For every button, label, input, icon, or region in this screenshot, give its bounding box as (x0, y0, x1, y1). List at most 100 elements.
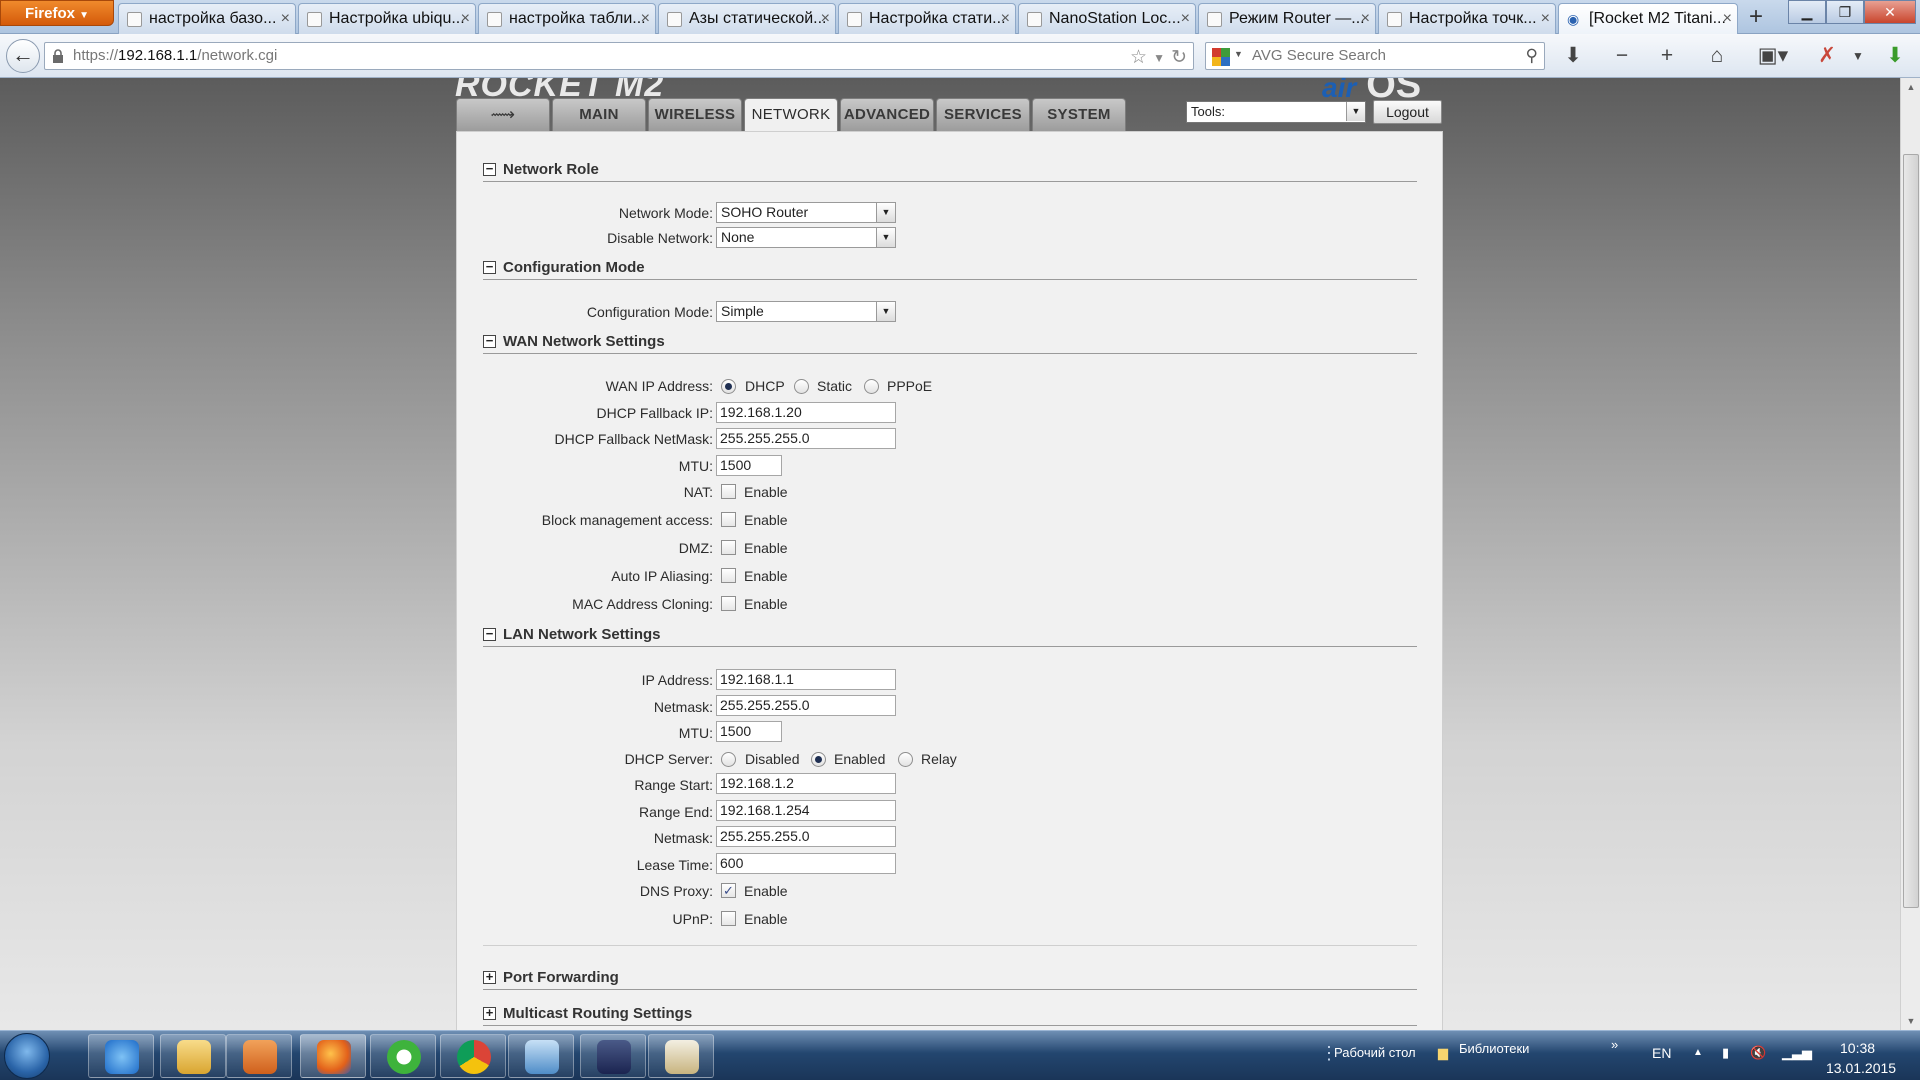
close-icon[interactable]: × (641, 4, 650, 34)
nat-checkbox[interactable] (721, 484, 736, 499)
collapse-icon[interactable]: − (483, 260, 496, 274)
scroll-up-icon[interactable]: ▲ (1901, 78, 1920, 96)
download-icon[interactable]: ⬇ (1558, 42, 1588, 70)
wan-static-radio[interactable] (794, 379, 809, 394)
lan-netmask-input[interactable]: 255.255.255.0 (716, 695, 896, 716)
browser-tab[interactable]: Режим Router —... × (1198, 3, 1376, 34)
search-icon[interactable]: ⚲ (1526, 46, 1538, 66)
libraries-toolbar-label[interactable]: Библиотеки (1459, 1041, 1529, 1056)
taskbar-save-app[interactable] (580, 1034, 646, 1078)
section-port-forwarding[interactable]: + Port Forwarding (483, 968, 1417, 990)
network-mode-select[interactable]: SOHO Router ▼ (716, 202, 896, 223)
upnp-checkbox[interactable] (721, 911, 736, 926)
zoom-out-icon[interactable]: − (1607, 42, 1637, 70)
browser-tab[interactable]: Настройка точк... × (1378, 3, 1556, 34)
language-indicator[interactable]: EN (1652, 1045, 1671, 1061)
volume-muted-icon[interactable]: 🔇 (1750, 1045, 1766, 1061)
browser-tab[interactable]: NanoStation Loc... × (1018, 3, 1196, 34)
dhcp-relay-radio[interactable] (898, 752, 913, 767)
double-chevron-icon[interactable]: » (1611, 1037, 1618, 1052)
tools-select[interactable]: Tools: ▼ (1186, 101, 1366, 123)
close-icon[interactable]: × (461, 4, 470, 34)
collapse-icon[interactable]: − (483, 162, 496, 176)
scroll-down-icon[interactable]: ▼ (1901, 1012, 1920, 1030)
browser-tab[interactable]: настройка базо... × (118, 3, 296, 34)
battery-icon[interactable]: ▮ (1722, 1045, 1729, 1061)
section-lan-network-settings[interactable]: − LAN Network Settings (483, 625, 1417, 647)
disable-network-select[interactable]: None ▼ (716, 227, 896, 248)
range-end-input[interactable]: 192.168.1.254 (716, 800, 896, 821)
close-icon[interactable]: × (1181, 4, 1190, 34)
taskbar-chrome[interactable] (440, 1034, 506, 1078)
bookmarks-menu-icon[interactable]: ▣▾ (1752, 42, 1794, 70)
clock-time[interactable]: 10:38 (1840, 1040, 1875, 1056)
tray-expand-icon[interactable]: ▲ (1693, 1047, 1703, 1058)
dns-proxy-checkbox[interactable]: ✓ (721, 883, 736, 898)
section-wan-network-settings[interactable]: − WAN Network Settings (483, 332, 1417, 354)
desktop-toolbar-label[interactable]: Рабочий стол (1334, 1045, 1416, 1060)
bookmark-star-icon[interactable]: ☆ (1130, 46, 1147, 69)
browser-tab[interactable]: Азы статической... × (658, 3, 836, 34)
tab-main[interactable]: MAIN (552, 98, 646, 131)
taskbar-mail-agent[interactable] (370, 1034, 436, 1078)
history-dropdown-icon[interactable]: ▼ (1153, 51, 1165, 65)
search-bar[interactable]: ▼ AVG Secure Search ⚲ (1205, 42, 1545, 70)
close-icon[interactable]: × (821, 4, 830, 34)
block-management-access-checkbox[interactable] (721, 512, 736, 527)
lan-mtu-input[interactable]: 1500 (716, 721, 782, 742)
maximize-button[interactable]: ❐ (1826, 0, 1864, 24)
wan-pppoe-radio[interactable] (864, 379, 879, 394)
url-bar[interactable]: https://192.168.1.1/network.cgi ☆ ▼ ↻ (44, 42, 1194, 70)
dhcp-netmask-input[interactable]: 255.255.255.0 (716, 826, 896, 847)
firefox-menu-button[interactable]: Firefox ▼ (0, 0, 114, 26)
collapse-icon[interactable]: − (483, 627, 496, 641)
back-button[interactable]: ← (6, 39, 40, 73)
taskbar-firefox[interactable] (300, 1034, 366, 1078)
lan-ip-address-input[interactable]: 192.168.1.1 (716, 669, 896, 690)
tab-services[interactable]: SERVICES (936, 98, 1030, 131)
configuration-mode-select[interactable]: Simple ▼ (716, 301, 896, 322)
dmz-checkbox[interactable] (721, 540, 736, 555)
taskbar-control-panel[interactable] (508, 1034, 574, 1078)
tab-advanced[interactable]: ADVANCED (840, 98, 934, 131)
browser-tab-active[interactable]: ◉ [Rocket M2 Titani... × (1558, 3, 1738, 34)
chevron-down-icon[interactable]: ▼ (1234, 49, 1243, 59)
vertical-scrollbar[interactable]: ▲ ▼ (1900, 78, 1920, 1030)
dhcp-fallback-ip-input[interactable]: 192.168.1.20 (716, 402, 896, 423)
tab-wireless[interactable]: WIRELESS (648, 98, 742, 131)
close-icon[interactable]: × (1001, 4, 1010, 34)
tab-network[interactable]: NETWORK (744, 98, 838, 133)
network-signal-icon[interactable]: ▁▃▅ (1782, 1045, 1812, 1061)
close-icon[interactable]: × (1361, 4, 1370, 34)
wan-dhcp-radio[interactable] (721, 379, 736, 394)
tab-system[interactable]: SYSTEM (1032, 98, 1126, 131)
taskbar-paint[interactable] (648, 1034, 714, 1078)
zoom-in-icon[interactable]: + (1652, 42, 1682, 70)
scroll-thumb[interactable] (1903, 154, 1919, 908)
download-green-icon[interactable]: ⬇ (1880, 42, 1910, 70)
section-multicast-routing-settings[interactable]: + Multicast Routing Settings (483, 1004, 1417, 1026)
clock-date[interactable]: 13.01.2015 (1826, 1060, 1896, 1076)
taskbar-media-player[interactable] (226, 1034, 292, 1078)
browser-tab[interactable]: Настройка ubiqu... × (298, 3, 476, 34)
home-icon[interactable]: ⌂ (1702, 42, 1732, 70)
dhcp-fallback-netmask-input[interactable]: 255.255.255.0 (716, 428, 896, 449)
close-icon[interactable]: × (281, 4, 290, 34)
expand-icon[interactable]: + (483, 970, 496, 984)
tab-airos-logo[interactable]: ⟿ (456, 98, 550, 131)
taskbar-internet-explorer[interactable] (88, 1034, 154, 1078)
mac-address-cloning-checkbox[interactable] (721, 596, 736, 611)
wan-mtu-input[interactable]: 1500 (716, 455, 782, 476)
reload-icon[interactable]: ↻ (1171, 46, 1187, 69)
close-icon[interactable]: × (1541, 4, 1550, 34)
expand-icon[interactable]: + (483, 1006, 496, 1020)
dhcp-disabled-radio[interactable] (721, 752, 736, 767)
start-button[interactable] (4, 1033, 50, 1079)
close-icon[interactable]: × (1723, 4, 1732, 34)
browser-tab[interactable]: настройка табли... × (478, 3, 656, 34)
dhcp-enabled-radio[interactable] (811, 752, 826, 767)
new-tab-button[interactable]: + (1741, 4, 1771, 32)
lease-time-input[interactable]: 600 (716, 853, 896, 874)
logout-button[interactable]: Logout (1373, 100, 1442, 124)
chevron-down-icon[interactable]: ▼ (1843, 42, 1873, 70)
